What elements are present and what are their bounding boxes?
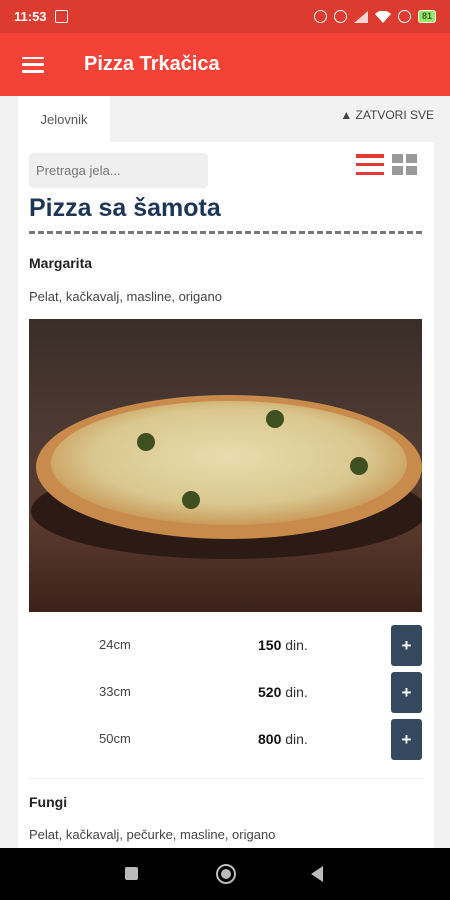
tab-jelovnik[interactable]: Jelovnik bbox=[18, 96, 110, 142]
price-size: 50cm bbox=[99, 731, 131, 746]
back-icon[interactable] bbox=[311, 866, 323, 882]
app-bar: Pizza Trkačica bbox=[0, 33, 450, 96]
notification-icon bbox=[54, 10, 68, 23]
price-value: 800 din. bbox=[258, 731, 308, 747]
signal-icon bbox=[353, 10, 368, 23]
app-title: Pizza Trkačica bbox=[84, 53, 220, 75]
item-divider bbox=[29, 778, 422, 779]
close-all-button[interactable]: ▲ ZATVORI SVE bbox=[340, 108, 434, 122]
category-title: Pizza sa šamota bbox=[29, 194, 221, 222]
alarm-icon bbox=[333, 10, 347, 23]
grid-view-icon[interactable] bbox=[392, 154, 417, 175]
recents-icon[interactable] bbox=[125, 867, 138, 880]
price-row: 24cm 150 din. + bbox=[29, 625, 422, 669]
price-size: 24cm bbox=[99, 637, 131, 652]
menu-icon[interactable] bbox=[22, 56, 44, 73]
charging-icon bbox=[397, 10, 411, 23]
price-value: 520 din. bbox=[258, 684, 308, 700]
system-nav-bar bbox=[0, 848, 450, 900]
price-row: 50cm 800 din. + bbox=[29, 719, 422, 763]
battery-icon: 81 bbox=[417, 10, 436, 23]
item-name: Margarita bbox=[29, 255, 93, 271]
add-to-cart-button[interactable]: + bbox=[391, 672, 422, 713]
status-bar: 11:53 81 bbox=[0, 0, 450, 33]
sync-icon bbox=[313, 10, 327, 23]
tab-row: Jelovnik ▲ ZATVORI SVE bbox=[0, 96, 450, 142]
add-to-cart-button[interactable]: + bbox=[391, 719, 422, 760]
pizza-image bbox=[29, 319, 422, 612]
item-description: Pelat, kačkavalj, masline, origano bbox=[29, 289, 222, 304]
home-icon[interactable] bbox=[216, 864, 236, 884]
list-view-icon[interactable] bbox=[356, 154, 384, 175]
wifi-icon bbox=[374, 10, 391, 23]
search-input[interactable] bbox=[29, 153, 208, 188]
price-value: 150 din. bbox=[258, 637, 308, 653]
item-name: Fungi bbox=[29, 794, 68, 810]
menu-card: Pizza sa šamota Margarita Pelat, kačkava… bbox=[18, 142, 434, 848]
item-description: Pelat, kačkavalj, pečurke, masline, orig… bbox=[29, 827, 276, 842]
clock: 11:53 bbox=[14, 9, 47, 24]
add-to-cart-button[interactable]: + bbox=[391, 625, 422, 666]
price-row: 33cm 520 din. + bbox=[29, 672, 422, 716]
category-divider bbox=[29, 231, 422, 234]
price-size: 33cm bbox=[99, 684, 131, 699]
